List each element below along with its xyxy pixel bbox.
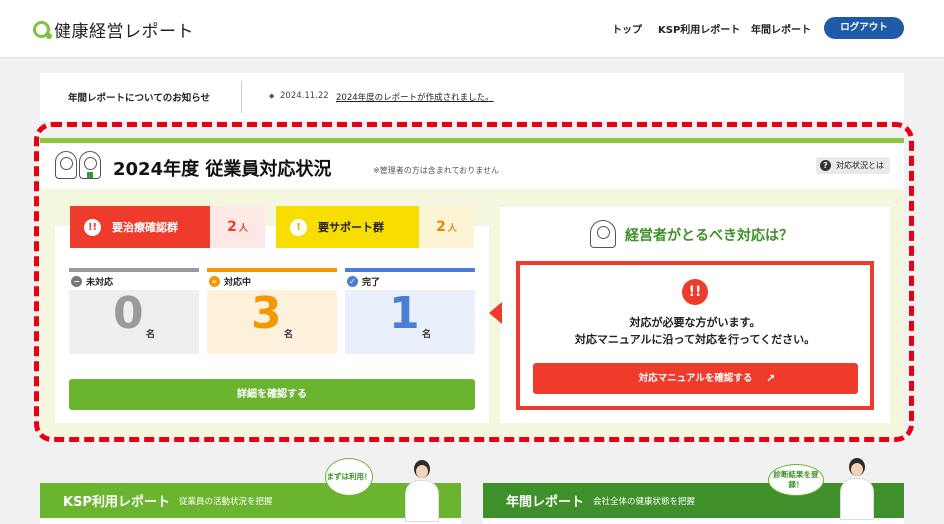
stat-not-started-unit: 名	[146, 330, 156, 340]
action-message-line2: 対応マニュアルに沿って対応を行ってください。	[574, 333, 816, 346]
app-logo[interactable]: 健康経営レポート	[33, 17, 194, 42]
person-face	[416, 465, 428, 478]
annual-report-subtitle: 会社全体の健康状態を把握	[593, 496, 696, 507]
stat-completed-value: 1	[389, 288, 420, 339]
ksp-woman-illustration	[405, 460, 439, 522]
nav-top[interactable]: トップ	[612, 21, 642, 36]
annual-woman-illustration	[840, 458, 874, 520]
category-support[interactable]: ! 要サポート群 2人	[276, 206, 474, 248]
bubble-arrow	[489, 302, 502, 324]
stat-completed-label: 完了	[362, 277, 381, 288]
notice-link[interactable]: 2024年度のレポートが作成されました。	[336, 91, 494, 103]
ksp-report-subtitle: 従業員の活動状況を把握	[178, 496, 273, 507]
stat-not-started-label: 未対応	[86, 277, 114, 288]
category-treatment-count-box: 2人	[210, 206, 265, 248]
person-face	[851, 463, 863, 476]
question-icon: ?	[820, 160, 831, 171]
logo-icon	[33, 21, 52, 39]
stat-in-progress: » 対応中 3 名	[207, 268, 337, 354]
nav-annual-report[interactable]: 年間レポート	[751, 21, 811, 36]
status-title: 2024年度 従業員対応状況	[113, 159, 332, 180]
stat-in-progress-label: 対応中	[224, 277, 252, 288]
ksp-report-panel-body	[40, 518, 461, 524]
notice-bar: 年間レポートについてのお知らせ ◆ 2024.11.22 2024年度のレポート…	[40, 73, 904, 121]
stat-in-progress-unit: 名	[284, 330, 294, 340]
manual-button-label: 対応マニュアルを確認する	[638, 373, 753, 384]
manual-button[interactable]: 対応マニュアルを確認する ↗	[533, 363, 858, 394]
notice-date: 2024.11.22	[280, 91, 329, 101]
stat-not-started-value: 0	[113, 288, 144, 339]
action-message: 対応が必要な方がいます。 対応マニュアルに沿って対応を行ってください。	[520, 314, 870, 348]
category-treatment[interactable]: !! 要治療確認群 2人	[70, 206, 265, 248]
female-employee-icon	[55, 151, 77, 179]
external-link-icon: ↗	[766, 372, 776, 385]
warning-icon: !	[290, 218, 307, 236]
category-support-count: 2	[436, 219, 446, 235]
notice-title: 年間レポートについてのお知らせ	[68, 93, 211, 104]
annual-report-title: 年間レポート	[506, 495, 585, 510]
notice-divider	[241, 81, 242, 113]
category-support-label-box: ! 要サポート群	[276, 206, 419, 248]
status-note: ※管理者の方は含まれておりません	[373, 166, 499, 175]
detail-button[interactable]: 詳細を確認する	[69, 379, 475, 410]
stat-in-progress-body: 3 名	[207, 288, 337, 354]
manager-title: 経営者がとるべき対応は？	[625, 228, 793, 244]
annual-speech-bubble: 診断結果を登録！	[768, 464, 824, 496]
category-support-unit: 人	[447, 223, 457, 234]
stat-completed: ✓ 完了 1 名	[345, 268, 475, 354]
ksp-speech-bubble: まずは利用！	[325, 458, 373, 496]
person-torso	[840, 478, 874, 520]
status-help-button[interactable]: ? 対応状況とは	[816, 157, 890, 174]
status-help-label: 対応状況とは	[836, 161, 884, 170]
category-support-count-box: 2人	[419, 206, 474, 248]
employee-avatars-icon	[55, 151, 103, 179]
check-icon: ✓	[347, 275, 358, 287]
category-treatment-label-box: !! 要治療確認群	[70, 206, 210, 248]
stat-completed-unit: 名	[422, 330, 432, 340]
action-message-line1: 対応が必要な方がいます。	[629, 316, 761, 329]
notice-bullet-icon: ◆	[269, 92, 275, 100]
nav-ksp-report[interactable]: KSP利用レポート	[658, 21, 740, 36]
stat-in-progress-value: 3	[251, 288, 282, 339]
male-employee-icon	[79, 151, 101, 179]
category-treatment-count: 2	[227, 219, 237, 235]
stat-not-started-body: 0 名	[69, 288, 199, 354]
alert-icon: !!	[84, 218, 101, 236]
double-chevron-icon: »	[209, 275, 220, 287]
person-torso	[405, 480, 439, 522]
ksp-report-panel-header[interactable]: KSP利用レポート 従業員の活動状況を把握	[40, 483, 461, 518]
stat-not-started: − 未対応 0 名	[69, 268, 199, 354]
manager-icon	[590, 220, 616, 248]
logout-button[interactable]: ログアウト	[824, 17, 904, 39]
stat-completed-body: 1 名	[345, 288, 475, 354]
app-header: 健康経営レポート トップ KSP利用レポート 年間レポート ログアウト	[0, 0, 944, 58]
logo-text: 健康経営レポート	[54, 22, 194, 42]
category-support-label: 要サポート群	[318, 221, 384, 234]
category-treatment-unit: 人	[238, 223, 248, 234]
urgent-icon: !!	[682, 279, 708, 305]
minus-icon: −	[71, 275, 82, 287]
category-treatment-label: 要治療確認群	[112, 221, 178, 234]
status-title-bar: 2024年度 従業員対応状況 ※管理者の方は含まれておりません ? 対応状況とは	[40, 143, 904, 189]
ksp-report-title: KSP利用レポート	[63, 495, 170, 510]
